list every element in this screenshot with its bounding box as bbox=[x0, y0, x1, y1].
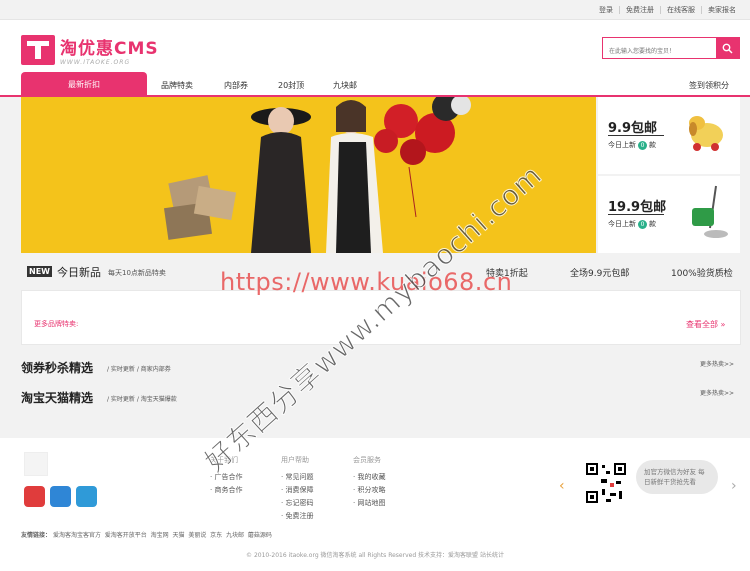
feature-quality: 100%验货质检 bbox=[671, 269, 733, 279]
today-new-sub: 每天10点新品特卖 bbox=[108, 269, 166, 277]
count-unit: 款 bbox=[649, 220, 656, 228]
promo-9-9[interactable]: 9.9包邮 今日上新 0 款 bbox=[598, 97, 740, 174]
friend-link[interactable]: 美丽说 bbox=[188, 532, 206, 539]
friend-link[interactable]: 九块邮 bbox=[226, 532, 244, 539]
view-all-link[interactable]: 查看全部 » bbox=[686, 319, 725, 330]
top-bar: 登录 免费注册 在线客服 卖家报名 bbox=[0, 0, 750, 20]
divider bbox=[608, 214, 664, 215]
search-input[interactable] bbox=[603, 41, 715, 62]
footer-link[interactable]: · 积分攻略 bbox=[353, 484, 385, 497]
count-unit: 款 bbox=[649, 141, 656, 149]
tab-9-yuan[interactable]: 九块邮 bbox=[333, 80, 357, 91]
mop-bucket-image bbox=[692, 185, 728, 238]
signin-points-link[interactable]: 签到领积分 bbox=[689, 80, 729, 91]
top-links: 登录 免费注册 在线客服 卖家报名 bbox=[593, 6, 742, 14]
footer-link[interactable]: · 消费保障 bbox=[281, 484, 313, 497]
search-button[interactable] bbox=[716, 38, 739, 58]
login-link[interactable]: 登录 bbox=[593, 6, 619, 14]
main-nav: 最新折扣 品牌特卖 内部券 20封顶 九块邮 签到领积分 bbox=[0, 72, 750, 97]
more-brands-label: 更多品牌特卖: bbox=[34, 320, 79, 328]
section-coupon-sub: / 实时更新 / 商家内部券 bbox=[107, 366, 171, 373]
friend-link[interactable]: 蘑菇源码 bbox=[248, 532, 272, 539]
footer-link[interactable]: · 商务合作 bbox=[210, 484, 242, 497]
site-logo[interactable]: 淘优惠CMS WWW.ITAOKE.ORG bbox=[21, 34, 159, 66]
friend-link[interactable]: 淘宝网 bbox=[151, 532, 169, 539]
friend-links-label: 友情链接： bbox=[21, 532, 52, 539]
footer-link[interactable]: · 网站地图 bbox=[353, 497, 385, 510]
footer: 关于我们 · 广告合作 · 商务合作 用户帮助 · 常见问题 · 消费保障 · … bbox=[0, 438, 750, 571]
qzone-icon[interactable] bbox=[50, 486, 71, 507]
friend-link[interactable]: 爱淘客淘宝客官方 bbox=[53, 532, 101, 539]
new-count: 0 bbox=[638, 219, 647, 229]
footer-logo bbox=[24, 452, 48, 476]
promo-19-9-sub: 今日上新 0 款 bbox=[608, 219, 656, 229]
friend-link[interactable]: 爱淘客开放平台 bbox=[105, 532, 147, 539]
promo-19-9[interactable]: 19.9包邮 今日上新 0 款 bbox=[598, 176, 740, 253]
logo-subtitle: WWW.ITAOKE.ORG bbox=[60, 59, 131, 66]
promo-9-9-price: 9.9包邮 bbox=[608, 121, 658, 136]
new-today-label: 今日上新 bbox=[608, 220, 636, 228]
qr-prev-icon[interactable]: ‹ bbox=[559, 478, 565, 494]
wechat-qr-code bbox=[584, 461, 628, 505]
footer-link[interactable]: · 我的收藏 bbox=[353, 471, 385, 484]
logo-title: 淘优惠CMS bbox=[60, 39, 159, 59]
footer-link[interactable]: · 免费注册 bbox=[281, 510, 313, 523]
section-tmall-more[interactable]: 更多热卖>> bbox=[700, 388, 734, 397]
wechat-promo-bubble: 加官方微信为好友 每日新鲜干货抢先看 bbox=[636, 460, 718, 494]
new-badge: NEW bbox=[27, 266, 52, 277]
section-tmall-sub: / 实时更新 / 淘宝天猫爆款 bbox=[107, 396, 177, 403]
promo-9-9-sub: 今日上新 0 款 bbox=[608, 140, 656, 150]
new-today-label: 今日上新 bbox=[608, 141, 636, 149]
header: 淘优惠CMS WWW.ITAOKE.ORG bbox=[0, 20, 750, 72]
footer-link[interactable]: · 常见问题 bbox=[281, 471, 313, 484]
section-coupon-more[interactable]: 更多热卖>> bbox=[700, 359, 734, 368]
search-icon bbox=[722, 43, 733, 54]
footer-col-head: 会员服务 bbox=[353, 456, 381, 464]
footer-link[interactable]: · 忘记密码 bbox=[281, 497, 313, 510]
footer-col-help: 用户帮助 · 常见问题 · 消费保障 · 忘记密码 · 免费注册 bbox=[281, 455, 313, 523]
footer-col-member: 会员服务 · 我的收藏 · 积分攻略 · 网站地图 bbox=[353, 455, 385, 510]
weibo-icon[interactable] bbox=[24, 486, 45, 507]
section-tmall-title: 淘宝天猫精选 bbox=[21, 391, 94, 405]
qr-next-icon[interactable]: › bbox=[731, 478, 737, 494]
friend-link[interactable]: 京东 bbox=[210, 532, 222, 539]
divider bbox=[608, 135, 664, 136]
today-new-title: 今日新品 bbox=[57, 266, 101, 279]
section-coupon-title: 领券秒杀精选 bbox=[21, 361, 94, 375]
feature-free-shipping: 全场9.9元包邮 bbox=[570, 269, 630, 279]
tab-latest-discount[interactable]: 最新折扣 bbox=[21, 72, 147, 97]
watermark-url: https://www.kuaio68.cn bbox=[220, 268, 513, 296]
toy-dog-image bbox=[689, 116, 723, 151]
copyright: © 2010-2016 itaoke.org 微信淘客系统 all Rights… bbox=[246, 552, 504, 559]
search-box bbox=[602, 37, 740, 62]
tab-20-cap[interactable]: 20封顶 bbox=[278, 80, 304, 91]
promo-19-9-price: 19.9包邮 bbox=[608, 200, 667, 215]
friend-link[interactable]: 天猫 bbox=[172, 532, 184, 539]
new-count: 0 bbox=[638, 140, 647, 150]
friend-links: 友情链接： 爱淘客淘宝客官方 爱淘客开放平台 淘宝网 天猫 美丽说 京东 九块邮… bbox=[21, 530, 272, 539]
seller-signup-link[interactable]: 卖家报名 bbox=[701, 6, 742, 14]
logo-t-icon bbox=[21, 35, 55, 65]
tencent-weibo-icon[interactable] bbox=[76, 486, 97, 507]
footer-col-head: 用户帮助 bbox=[281, 456, 309, 464]
register-link[interactable]: 免费注册 bbox=[619, 6, 660, 14]
tab-brand-sale[interactable]: 品牌特卖 bbox=[161, 80, 193, 91]
tab-internal-coupons[interactable]: 内部券 bbox=[224, 80, 248, 91]
support-link[interactable]: 在线客服 bbox=[660, 6, 701, 14]
